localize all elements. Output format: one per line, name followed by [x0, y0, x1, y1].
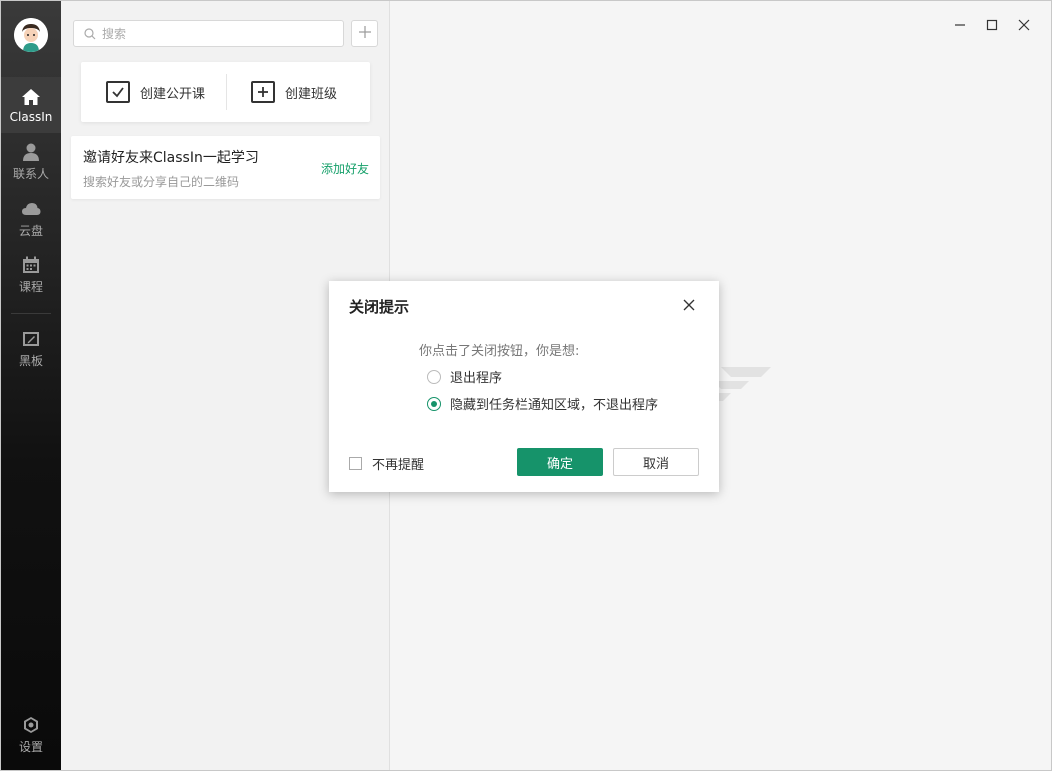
maximize-button[interactable]	[982, 15, 1002, 35]
dialog-title: 关闭提示	[349, 298, 410, 316]
nav-item-courses[interactable]: 课程	[1, 247, 61, 303]
invite-title: 邀请好友来ClassIn一起学习	[83, 150, 259, 166]
nav-label-blackboard: 黑板	[18, 354, 43, 368]
nav-item-classin[interactable]: ClassIn	[1, 77, 61, 133]
minimize-button[interactable]	[950, 15, 970, 35]
dialog-question: 你点击了关闭按钮，你是想:	[419, 344, 580, 359]
nav-label-classin: ClassIn	[9, 109, 53, 124]
add-button[interactable]	[351, 20, 378, 47]
gear-icon	[21, 715, 41, 735]
nav-label-courses: 课程	[18, 280, 43, 294]
blackboard-icon	[21, 329, 41, 349]
search-placeholder: 搜索	[102, 27, 127, 41]
nav-item-settings[interactable]: 设置	[1, 707, 61, 763]
nav-divider	[11, 313, 51, 314]
minimize-icon	[954, 16, 966, 35]
user-avatar[interactable]	[14, 18, 48, 52]
person-icon	[21, 142, 41, 162]
home-icon	[21, 87, 41, 107]
create-divider	[226, 74, 227, 110]
option-hide-label: 隐藏到任务栏通知区域，不退出程序	[450, 398, 659, 413]
left-nav: ClassIn 联系人 云盘 课程 黑板 设置	[1, 1, 61, 770]
create-lesson-label: 创建公开课	[140, 86, 206, 102]
radio-button-checked[interactable]	[427, 396, 441, 411]
nav-label-contacts: 联系人	[12, 167, 49, 181]
nav-label-settings: 设置	[18, 740, 43, 754]
radio-button[interactable]	[427, 369, 441, 384]
invite-card: 邀请好友来ClassIn一起学习 搜索好友或分享自己的二维码 添加好友	[71, 136, 380, 199]
search-icon	[84, 27, 96, 40]
calendar-icon	[21, 255, 41, 275]
nav-item-blackboard[interactable]: 黑板	[1, 321, 61, 377]
checkbox-square-icon	[106, 81, 130, 103]
close-icon	[681, 298, 697, 317]
nav-label-cloud: 云盘	[18, 224, 43, 238]
plus-icon	[358, 23, 372, 44]
create-lesson-button[interactable]: 创建公开课	[106, 62, 205, 122]
dont-remind-checkbox[interactable]: 不再提醒	[349, 454, 424, 473]
create-class-label: 创建班级	[285, 86, 338, 102]
close-window-button[interactable]	[1014, 15, 1034, 35]
nav-item-contacts[interactable]: 联系人	[1, 134, 61, 190]
cancel-button[interactable]: 取消	[613, 448, 699, 476]
maximize-icon	[986, 16, 998, 35]
ok-button[interactable]: 确定	[517, 448, 603, 476]
option-exit-label: 退出程序	[450, 371, 503, 386]
dont-remind-label: 不再提醒	[372, 458, 425, 473]
add-friend-link[interactable]: 添加好友	[321, 160, 369, 177]
create-card: 创建公开课 创建班级	[81, 62, 370, 122]
app-window: ClassIn 联系人 云盘 课程 黑板 设置 搜索 创建公开课 创建班级 邀请…	[0, 0, 1052, 771]
nav-item-cloud[interactable]: 云盘	[1, 191, 61, 247]
create-class-button[interactable]: 创建班级	[251, 62, 337, 122]
invite-subtitle: 搜索好友或分享自己的二维码	[83, 175, 240, 189]
close-prompt-dialog: 关闭提示 你点击了关闭按钮，你是想: 退出程序 隐藏到任务栏通知区域，不退出程序…	[329, 281, 719, 492]
option-exit-radio[interactable]: 退出程序	[427, 367, 502, 386]
checkbox[interactable]	[349, 457, 362, 470]
dialog-close-button[interactable]	[681, 297, 697, 313]
plus-square-icon	[251, 81, 275, 103]
option-hide-radio[interactable]: 隐藏到任务栏通知区域，不退出程序	[427, 394, 658, 413]
cloud-icon	[21, 199, 41, 219]
close-icon	[1018, 16, 1030, 35]
search-input[interactable]: 搜索	[73, 20, 344, 47]
